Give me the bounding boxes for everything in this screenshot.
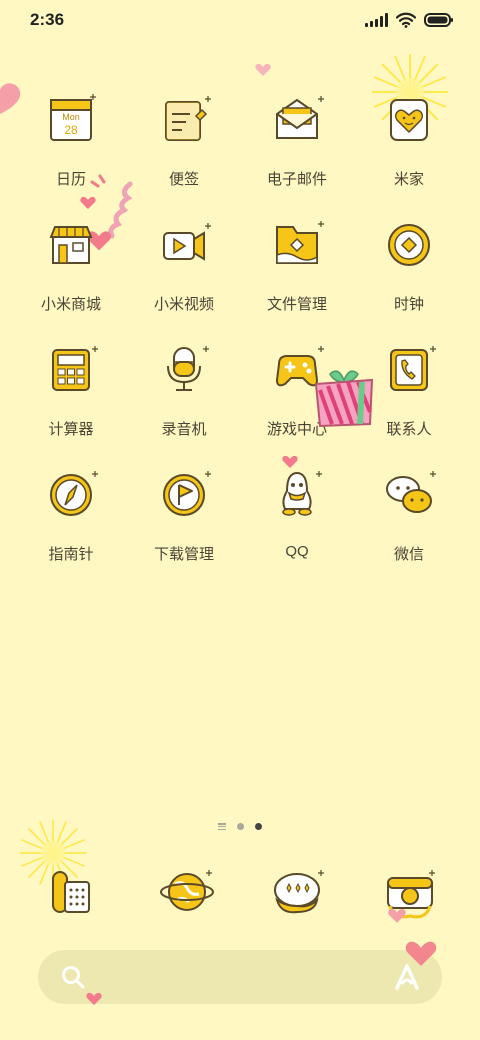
camera-icon <box>387 870 435 919</box>
app-compass[interactable]: 指南针 <box>15 467 127 564</box>
download-icon <box>163 471 211 516</box>
app-mijia[interactable]: 米家 <box>353 92 465 189</box>
app-label: 联系人 <box>386 421 432 438</box>
store-icon <box>49 226 93 264</box>
app-recorder[interactable]: 录音机 <box>128 342 240 439</box>
app-label: 米家 <box>393 171 424 188</box>
app-label: QQ <box>285 543 309 560</box>
decorative-heart-icon <box>80 196 96 209</box>
app-mi-video[interactable]: 小米视频 <box>128 217 240 314</box>
cellular-signal-icon <box>365 13 388 27</box>
app-contacts[interactable]: 联系人 <box>353 342 465 439</box>
app-label: 计算器 <box>48 421 94 438</box>
home-screen: 2:36 Mon 28 日历 便签 电子邮件 米家 小米商城 小米视频 文件管理… <box>0 0 480 1040</box>
calendar-icon: Mon 28 <box>50 94 96 141</box>
search-bar[interactable] <box>38 950 442 1004</box>
svg-text:Mon: Mon <box>62 112 80 122</box>
contacts-icon <box>390 346 436 391</box>
recorder-icon <box>167 346 209 391</box>
dock-browser[interactable] <box>147 860 227 924</box>
page-indicator[interactable] <box>0 823 480 830</box>
dock-camera[interactable] <box>370 860 450 924</box>
status-time: 2:36 <box>30 10 65 29</box>
app-label: 便签 <box>168 171 199 188</box>
app-qq[interactable]: QQ <box>241 467 353 560</box>
browser-icon <box>160 870 214 911</box>
app-label: 游戏中心 <box>266 421 327 438</box>
app-label: 小米商城 <box>40 296 101 313</box>
app-label: 下载管理 <box>153 546 214 563</box>
app-notes[interactable]: 便签 <box>128 92 240 189</box>
dock-messages[interactable] <box>257 860 337 924</box>
compass-icon <box>50 471 98 516</box>
app-label: 电子邮件 <box>266 171 327 188</box>
app-mi-store[interactable]: 小米商城 <box>15 217 127 314</box>
clock-icon <box>388 224 430 266</box>
dock-phone[interactable] <box>31 860 111 924</box>
app-label: 日历 <box>55 171 86 188</box>
app-download-manager[interactable]: 下载管理 <box>128 467 240 564</box>
notes-icon <box>165 96 211 141</box>
page-dot <box>237 823 244 830</box>
battery-icon <box>424 13 453 27</box>
app-label: 文件管理 <box>266 296 327 313</box>
calculator-icon <box>52 346 98 391</box>
app-wechat[interactable]: 微信 <box>353 467 465 564</box>
page-indicator-list-icon <box>218 823 226 830</box>
assistant-icon[interactable] <box>392 960 422 992</box>
email-icon <box>276 96 324 139</box>
messages-icon <box>274 870 324 914</box>
app-label: 小米视频 <box>153 296 214 313</box>
app-calculator[interactable]: 计算器 <box>15 342 127 439</box>
search-icon[interactable] <box>60 964 86 990</box>
phone-icon <box>52 871 90 913</box>
app-label: 微信 <box>393 546 424 563</box>
mijia-icon <box>390 99 428 141</box>
decorative-heart-icon <box>255 63 271 76</box>
wechat-icon <box>386 471 436 513</box>
video-icon <box>163 223 211 261</box>
game-center-icon <box>275 346 324 387</box>
svg-text:28: 28 <box>64 123 78 137</box>
app-clock[interactable]: 时钟 <box>353 217 465 314</box>
app-label: 时钟 <box>393 296 424 313</box>
app-email[interactable]: 电子邮件 <box>241 92 353 189</box>
file-manager-icon <box>276 221 324 264</box>
page-dot-active <box>255 823 262 830</box>
app-game-center[interactable]: 游戏中心 <box>241 342 353 439</box>
app-label: 录音机 <box>161 421 207 438</box>
qq-icon <box>282 471 322 516</box>
wifi-icon <box>396 12 416 28</box>
status-bar: 2:36 <box>0 0 480 44</box>
app-calendar[interactable]: Mon 28 日历 <box>15 92 127 189</box>
app-file-manager[interactable]: 文件管理 <box>241 217 353 314</box>
app-label: 指南针 <box>48 546 94 563</box>
